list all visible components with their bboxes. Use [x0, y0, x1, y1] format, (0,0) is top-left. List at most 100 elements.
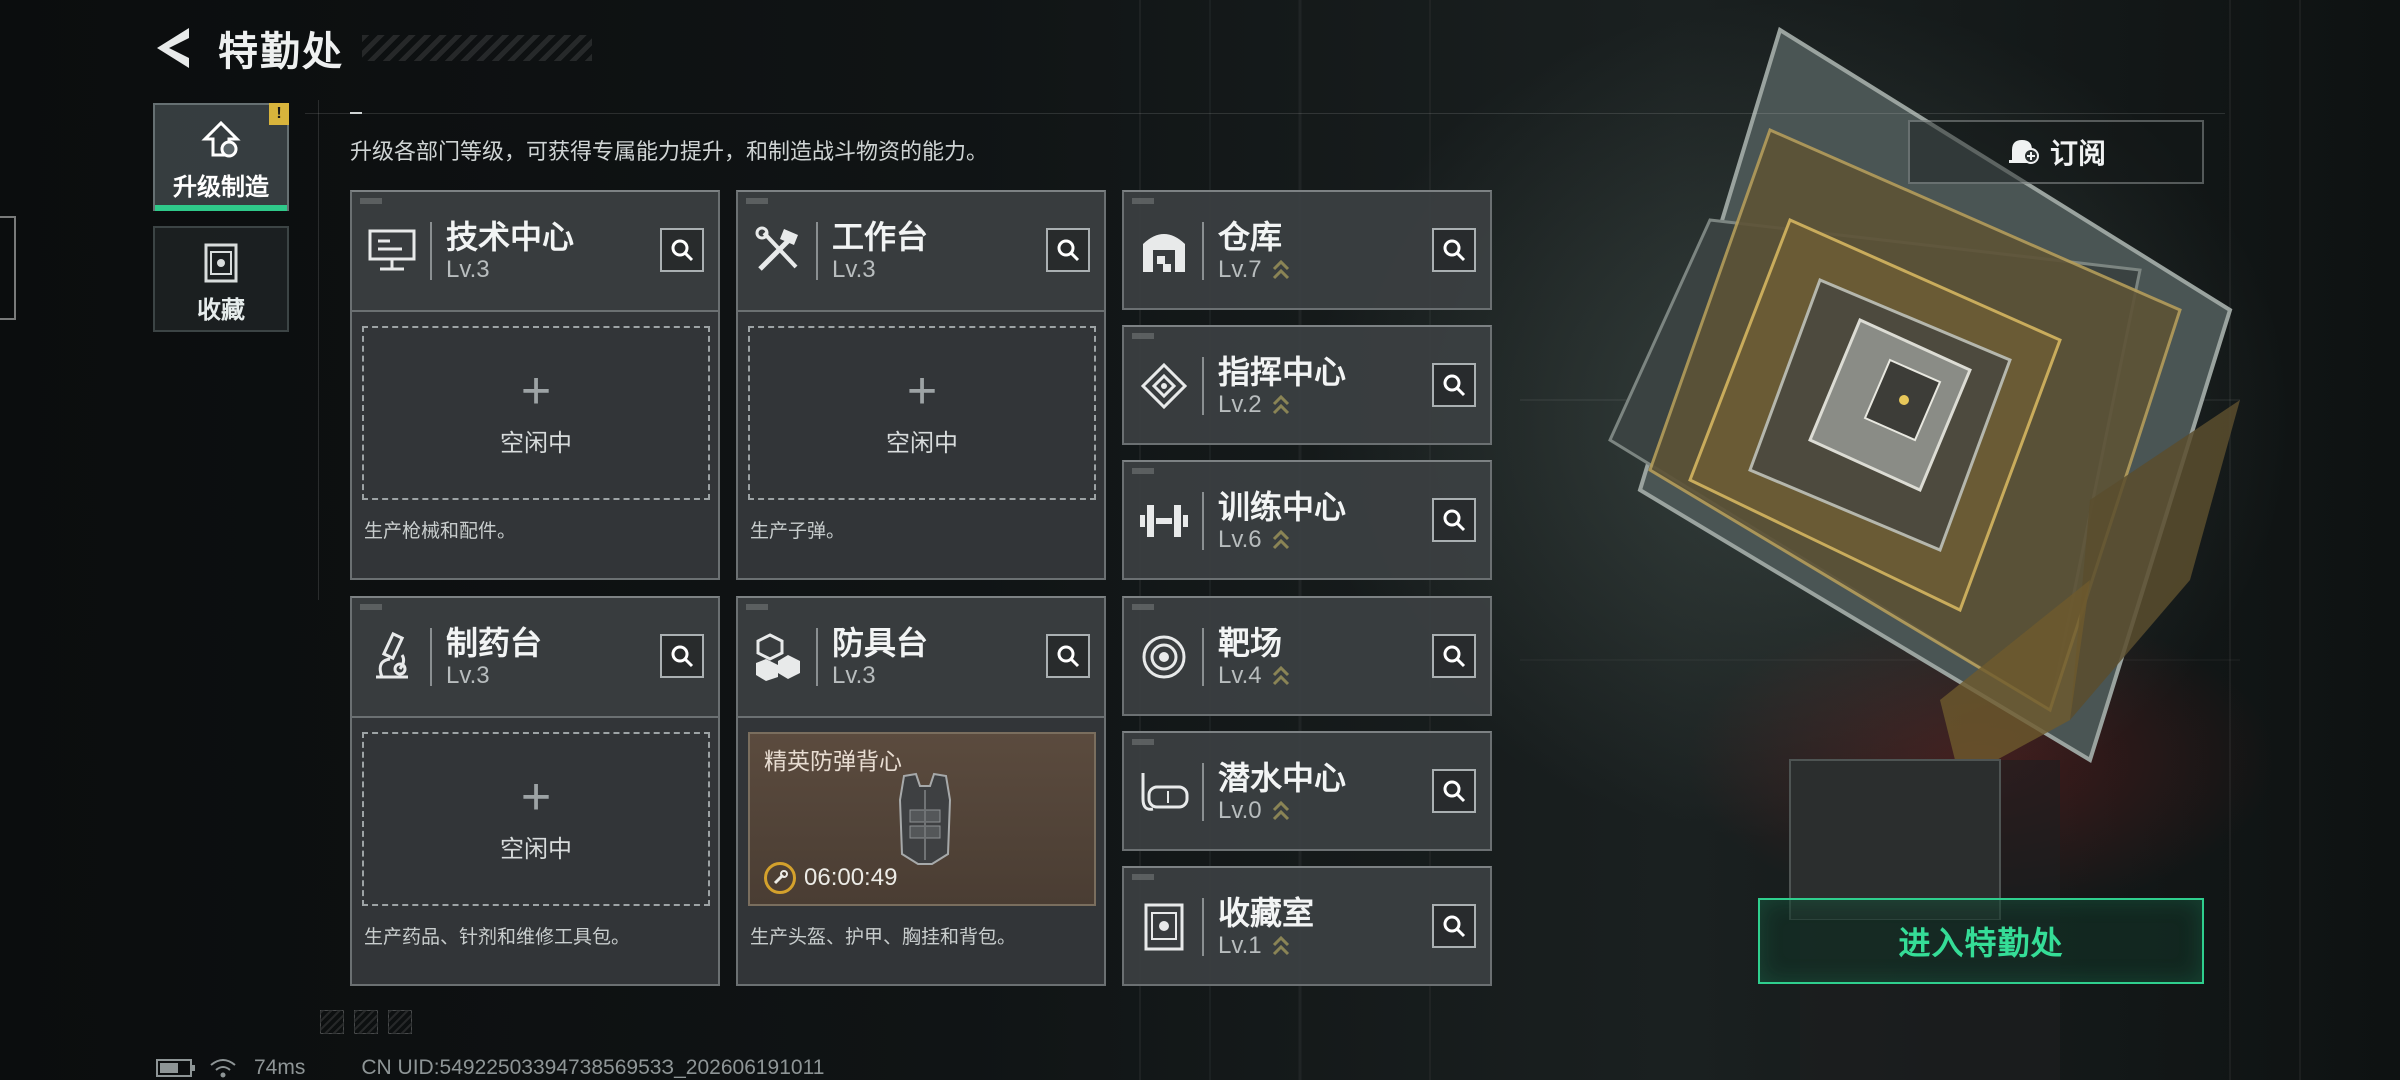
upgrade-icon	[201, 121, 241, 158]
facility-level-row: Lv.1	[1218, 932, 1314, 960]
divider	[1202, 222, 1204, 280]
timer-value: 06:00:49	[804, 864, 898, 891]
plus-icon: +	[906, 361, 938, 420]
tab-upgrade-craft[interactable]: ! 升级制造	[153, 103, 289, 211]
header: 特勤处	[150, 18, 592, 78]
upgrade-chevron-icon	[1272, 394, 1289, 415]
production-timer: 06:00:49	[764, 862, 897, 894]
status-bar: 74ms CN UID:5492250339473856953З_2026061…	[156, 1056, 824, 1080]
facility-level-row: Lv.0	[1218, 797, 1346, 825]
enter-special-ops-button[interactable]: 进入特勤处	[1758, 898, 2204, 984]
inspect-button[interactable]	[1432, 363, 1476, 407]
facility-name: 工作台	[832, 219, 929, 255]
production-slot-active[interactable]: 精英防弹背心 06:00:49	[748, 732, 1096, 906]
facility-level-row: Lv.2	[1218, 391, 1346, 419]
facility-card-diving-center[interactable]: 潜水中心 Lv.0	[1122, 731, 1492, 851]
facility-level: Lv.3	[832, 256, 876, 283]
divider	[816, 628, 818, 686]
divider	[1202, 763, 1204, 821]
production-slot-idle[interactable]: + 空闲中	[362, 326, 710, 500]
card-body: + 空闲中 生产枪械和配件。	[352, 310, 718, 578]
facility-level: Lv.3	[446, 662, 490, 689]
diving-mask-icon	[1134, 762, 1194, 822]
production-slot-idle[interactable]: + 空闲中	[362, 732, 710, 906]
slot-status: 空闲中	[500, 835, 572, 863]
card-body: + 空闲中 生产药品、针剂和维修工具包。	[352, 716, 718, 984]
divider	[816, 222, 818, 280]
active-indicator	[155, 205, 287, 211]
enter-label: 进入特勤处	[1898, 925, 2064, 961]
back-button[interactable]	[150, 24, 198, 72]
facility-name: 潜水中心	[1218, 760, 1347, 796]
inspect-button[interactable]	[1432, 634, 1476, 678]
upgrade-chevron-icon	[1272, 259, 1289, 280]
upgrade-chevron-icon	[1272, 800, 1289, 821]
facility-level: Lv.4	[1218, 662, 1262, 689]
upgrade-chevron-icon	[1272, 665, 1289, 686]
plus-icon: +	[520, 767, 552, 826]
facility-level-row: Lv.4	[1218, 662, 1290, 690]
command-icon	[1134, 356, 1194, 416]
subscribe-label: 订阅	[2049, 138, 2106, 169]
inspect-button[interactable]	[1432, 904, 1476, 948]
facility-card-collection-room[interactable]: 收藏室 Lv.1	[1122, 866, 1492, 986]
facility-level-row: Lv.7	[1218, 256, 1290, 284]
tab-label: 收藏	[197, 297, 245, 324]
facility-card-shooting-range[interactable]: 靶场 Lv.4	[1122, 596, 1492, 716]
facility-card-warehouse[interactable]: 仓库 Lv.7	[1122, 190, 1492, 310]
divider	[1202, 357, 1204, 415]
facility-name: 指挥中心	[1218, 354, 1347, 390]
facility-level-row: Lv.6	[1218, 526, 1346, 554]
inspect-button[interactable]	[1046, 634, 1090, 678]
facility-card-training-center[interactable]: 训练中心 Lv.6	[1122, 460, 1492, 580]
warehouse-icon	[1134, 221, 1194, 281]
inspect-button[interactable]	[660, 634, 704, 678]
facility-card-workbench[interactable]: 工作台 Lv.3 + 空闲中 生产子弹。	[736, 190, 1106, 580]
frame-line	[318, 100, 319, 600]
facility-description: 生产药品、针剂和维修工具包。	[364, 927, 631, 948]
user-uid: CN UID:5492250339473856953З_202606191011	[361, 1056, 825, 1079]
side-bracket	[0, 216, 16, 320]
wrench-timer-icon	[764, 862, 796, 894]
dumbbell-icon	[1134, 491, 1194, 551]
divider	[1202, 898, 1204, 956]
facility-name: 防具台	[832, 625, 929, 661]
facility-description: 生产枪械和配件。	[364, 521, 517, 542]
inspect-button[interactable]	[1432, 228, 1476, 272]
facility-description: 生产头盔、护甲、胸挂和背包。	[750, 927, 1017, 948]
product-name: 精英防弹背心	[764, 748, 902, 774]
facility-card-command-center[interactable]: 指挥中心 Lv.2	[1122, 325, 1492, 445]
facility-name: 训练中心	[1218, 489, 1347, 525]
facility-card-tech-center[interactable]: 技术中心 Lv.3 + 空闲中 生产枪械和配件。	[350, 190, 720, 580]
facility-card-pharmacy[interactable]: 制药台 Lv.3 + 空闲中 生产药品、针剂和维修工具包。	[350, 596, 720, 986]
frame-line	[305, 113, 2225, 114]
inspect-button[interactable]	[1432, 769, 1476, 813]
inspect-button[interactable]	[1046, 228, 1090, 272]
facility-card-armor-bench[interactable]: 防具台 Lv.3 精英防弹背心 06:00:49 生产头盔、护甲、胸挂和背包。	[736, 596, 1106, 986]
subscribe-button[interactable]: 订阅	[1908, 120, 2204, 184]
production-slot-idle[interactable]: + 空闲中	[748, 326, 1096, 500]
slot-status: 空闲中	[500, 429, 572, 457]
alert-badge: !	[269, 103, 289, 125]
facility-level: Lv.3	[832, 662, 876, 689]
inspect-button[interactable]	[660, 228, 704, 272]
blocks-icon	[748, 627, 808, 687]
slot-status: 空闲中	[886, 429, 958, 457]
plus-icon: +	[520, 361, 552, 420]
inspect-button[interactable]	[1432, 498, 1476, 542]
page-title: 特勤处	[218, 30, 344, 74]
card-body: 精英防弹背心 06:00:49 生产头盔、护甲、胸挂和背包。	[738, 716, 1104, 984]
facility-name: 技术中心	[446, 219, 575, 255]
divider	[430, 222, 432, 280]
bell-icon	[2008, 140, 2039, 164]
tab-label: 升级制造	[173, 174, 269, 201]
tab-collection[interactable]: 收藏	[153, 226, 289, 332]
search-icon	[671, 645, 694, 668]
decor-square	[388, 1010, 412, 1034]
collection-icon	[204, 243, 238, 283]
ping-value: 74ms	[254, 1056, 306, 1079]
decor-square	[354, 1010, 378, 1034]
back-arrow-icon	[157, 28, 189, 68]
search-icon	[1443, 239, 1466, 262]
search-icon	[1057, 239, 1080, 262]
